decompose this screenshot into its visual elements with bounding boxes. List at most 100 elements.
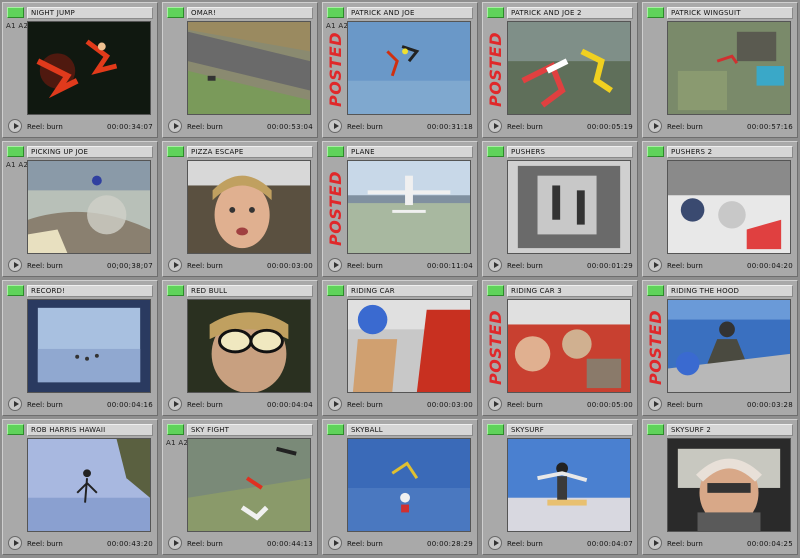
color-label-swatch[interactable] [487,285,504,296]
clip-tile[interactable]: RIDING THE HOOD POSTED Reel: burn 00:00:… [642,280,798,416]
clip-tile[interactable]: PIZZA ESCAPE Reel: burn 00:00:03:00 [162,141,318,277]
clip-tile[interactable]: ROB HARRIS HAWAII Reel: burn 00:00:43:20 [2,419,158,555]
clip-name[interactable]: RIDING THE HOOD [667,284,793,297]
clip-tile[interactable]: PATRICK WINGSUIT Reel: burn 00:00:57:16 [642,2,798,138]
clip-name[interactable]: NIGHT JUMP [27,6,153,19]
play-icon[interactable] [488,397,502,411]
clip-name[interactable]: PICKING UP JOE [27,145,153,158]
clip-name[interactable]: SKYBALL [347,423,473,436]
play-icon[interactable] [168,119,182,133]
color-label-swatch[interactable] [7,285,24,296]
play-icon[interactable] [488,536,502,550]
clip-name[interactable]: RIDING CAR [347,284,473,297]
clip-thumbnail[interactable] [187,299,311,393]
play-icon[interactable] [648,119,662,133]
color-label-swatch[interactable] [647,285,664,296]
clip-tile[interactable]: OMAR! Reel: burn 00:00:53:04 [162,2,318,138]
color-label-swatch[interactable] [7,146,24,157]
play-icon[interactable] [8,258,22,272]
clip-name[interactable]: PUSHERS 2 [667,145,793,158]
play-icon[interactable] [168,536,182,550]
clip-tile[interactable]: PATRICK AND JOE A1 A2 POSTED Reel: burn … [322,2,478,138]
clip-thumbnail[interactable] [667,160,791,254]
clip-tile[interactable]: SKY FIGHT A1 A2 Reel: burn 00:00:44:13 [162,419,318,555]
color-label-swatch[interactable] [167,146,184,157]
clip-thumbnail[interactable] [507,299,631,393]
color-label-swatch[interactable] [7,424,24,435]
clip-tile[interactable]: SKYSURF Reel: burn 00:00:04:07 [482,419,638,555]
color-label-swatch[interactable] [647,146,664,157]
clip-name[interactable]: PUSHERS [507,145,633,158]
clip-tile[interactable]: RIDING CAR Reel: burn 00:00:03:00 [322,280,478,416]
play-icon[interactable] [488,258,502,272]
color-label-swatch[interactable] [167,7,184,18]
clip-name[interactable]: SKYSURF 2 [667,423,793,436]
clip-tile[interactable]: RECORD! Reel: burn 00:00:04:16 [2,280,158,416]
play-icon[interactable] [648,258,662,272]
play-icon[interactable] [8,536,22,550]
play-icon[interactable] [8,119,22,133]
play-icon[interactable] [488,119,502,133]
color-label-swatch[interactable] [167,285,184,296]
clip-thumbnail[interactable] [347,21,471,115]
clip-thumbnail[interactable] [667,299,791,393]
clip-tile[interactable]: SKYSURF 2 Reel: burn 00:00:04:25 [642,419,798,555]
clip-tile[interactable]: SKYBALL Reel: burn 00:00:28:29 [322,419,478,555]
color-label-swatch[interactable] [327,7,344,18]
color-label-swatch[interactable] [487,7,504,18]
color-label-swatch[interactable] [647,7,664,18]
clip-tile[interactable]: PATRICK AND JOE 2 POSTED Reel: burn 00:0… [482,2,638,138]
play-icon[interactable] [168,397,182,411]
clip-thumbnail[interactable] [27,21,151,115]
play-icon[interactable] [328,258,342,272]
play-icon[interactable] [328,536,342,550]
play-icon[interactable] [648,536,662,550]
color-label-swatch[interactable] [327,285,344,296]
clip-tile[interactable]: PICKING UP JOE A1 A2 Reel: burn 00;00;38… [2,141,158,277]
clip-tile[interactable]: RED BULL Reel: burn 00:00:04:04 [162,280,318,416]
play-icon[interactable] [168,258,182,272]
clip-thumbnail[interactable] [187,438,311,532]
clip-tile[interactable]: NIGHT JUMP A1 A2 Reel: burn 00:00:34:07 [2,2,158,138]
clip-tile[interactable]: PLANE POSTED Reel: burn 00:00:11:04 [322,141,478,277]
clip-thumbnail[interactable] [347,299,471,393]
color-label-swatch[interactable] [327,146,344,157]
color-label-swatch[interactable] [7,7,24,18]
clip-name[interactable]: SKYSURF [507,423,633,436]
clip-name[interactable]: PATRICK AND JOE [347,6,473,19]
play-icon[interactable] [328,397,342,411]
clip-thumbnail[interactable] [27,299,151,393]
clip-thumbnail[interactable] [347,160,471,254]
clip-name[interactable]: RIDING CAR 3 [507,284,633,297]
clip-thumbnail[interactable] [27,160,151,254]
clip-thumbnail[interactable] [347,438,471,532]
clip-thumbnail[interactable] [27,438,151,532]
color-label-swatch[interactable] [487,424,504,435]
clip-thumbnail[interactable] [187,160,311,254]
clip-name[interactable]: RED BULL [187,284,313,297]
clip-thumbnail[interactable] [187,21,311,115]
play-icon[interactable] [648,397,662,411]
clip-name[interactable]: PATRICK AND JOE 2 [507,6,633,19]
color-label-swatch[interactable] [647,424,664,435]
clip-name[interactable]: PLANE [347,145,473,158]
color-label-swatch[interactable] [327,424,344,435]
clip-tile[interactable]: RIDING CAR 3 POSTED Reel: burn 00:00:05:… [482,280,638,416]
color-label-swatch[interactable] [167,424,184,435]
clip-tile[interactable]: PUSHERS 2 Reel: burn 00:00:04:20 [642,141,798,277]
clip-tile[interactable]: PUSHERS Reel: burn 00:00:01:29 [482,141,638,277]
clip-name[interactable]: PATRICK WINGSUIT [667,6,793,19]
clip-name[interactable]: OMAR! [187,6,313,19]
clip-name[interactable]: PIZZA ESCAPE [187,145,313,158]
clip-name[interactable]: RECORD! [27,284,153,297]
clip-thumbnail[interactable] [507,160,631,254]
play-icon[interactable] [8,397,22,411]
clip-name[interactable]: SKY FIGHT [187,423,313,436]
play-icon[interactable] [328,119,342,133]
clip-thumbnail[interactable] [507,21,631,115]
clip-thumbnail[interactable] [507,438,631,532]
color-label-swatch[interactable] [487,146,504,157]
clip-thumbnail[interactable] [667,438,791,532]
clip-thumbnail[interactable] [667,21,791,115]
clip-name[interactable]: ROB HARRIS HAWAII [27,423,153,436]
